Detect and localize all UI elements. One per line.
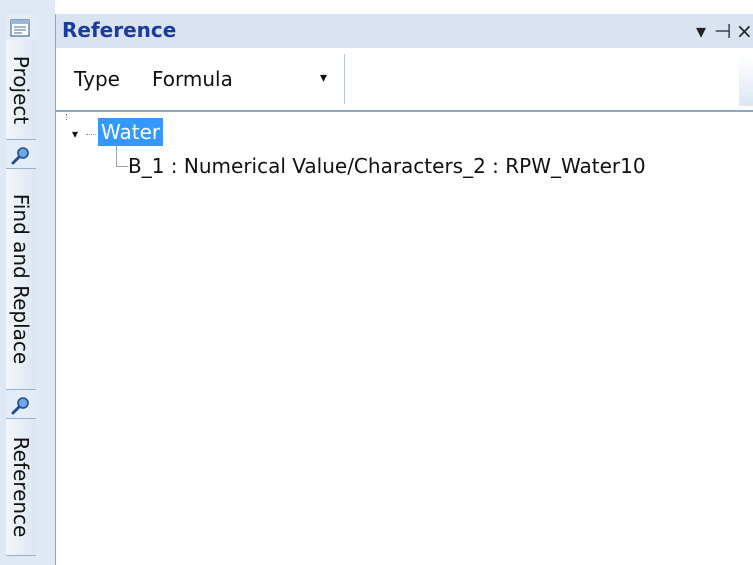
type-dropdown-value: Formula	[152, 67, 233, 91]
tree-connector	[66, 114, 67, 120]
magnifier-icon	[9, 396, 31, 416]
panel-title: Reference	[62, 18, 177, 42]
panel-toolbar: Type Formula ▾	[56, 48, 753, 110]
tree-connector	[86, 134, 96, 135]
tree-node-child[interactable]: B_1 : Numerical Value/Characters_2 : RPW…	[128, 152, 646, 180]
sidebar-tab-reference-label: Reference	[9, 436, 33, 538]
toolbar-overflow-button[interactable]	[739, 56, 753, 106]
toolbar-separator-highlight	[346, 54, 347, 104]
expand-toggle-icon[interactable]: ▾	[68, 127, 82, 141]
project-grid-icon	[9, 18, 31, 38]
tree-connector	[116, 146, 117, 166]
sidebar-tab-reference[interactable]: Reference	[6, 418, 36, 556]
type-dropdown[interactable]: Formula ▾	[132, 60, 394, 98]
chevron-down-icon[interactable]: ▾	[320, 70, 327, 86]
sidebar-tab-project[interactable]: Project	[6, 40, 36, 140]
tree-node-water[interactable]: Water	[98, 118, 164, 146]
close-button[interactable]: ×	[736, 19, 753, 43]
magnifier-icon	[9, 146, 31, 166]
sidebar-tab-find-and-replace-label: Find and Replace	[9, 193, 33, 365]
pin-button[interactable]: ⊣	[714, 19, 731, 43]
type-label: Type	[74, 67, 120, 91]
reference-panel: Reference ▾ ⊣ × Type Formula ▾ ▾ Water B…	[56, 14, 753, 565]
tree-connector	[116, 166, 128, 167]
sidebar-tab-project-label: Project	[9, 55, 33, 124]
panel-titlebar: Reference ▾ ⊣ ×	[56, 14, 753, 48]
sidebar-tab-find-and-replace[interactable]: Find and Replace	[6, 168, 36, 390]
reference-tree: ▾ Water B_1 : Numerical Value/Characters…	[56, 112, 753, 565]
reference-window: Project Find and Replace Reference Refer…	[0, 0, 753, 565]
panel-menu-button[interactable]: ▾	[696, 19, 706, 43]
toolbar-separator	[344, 54, 345, 104]
